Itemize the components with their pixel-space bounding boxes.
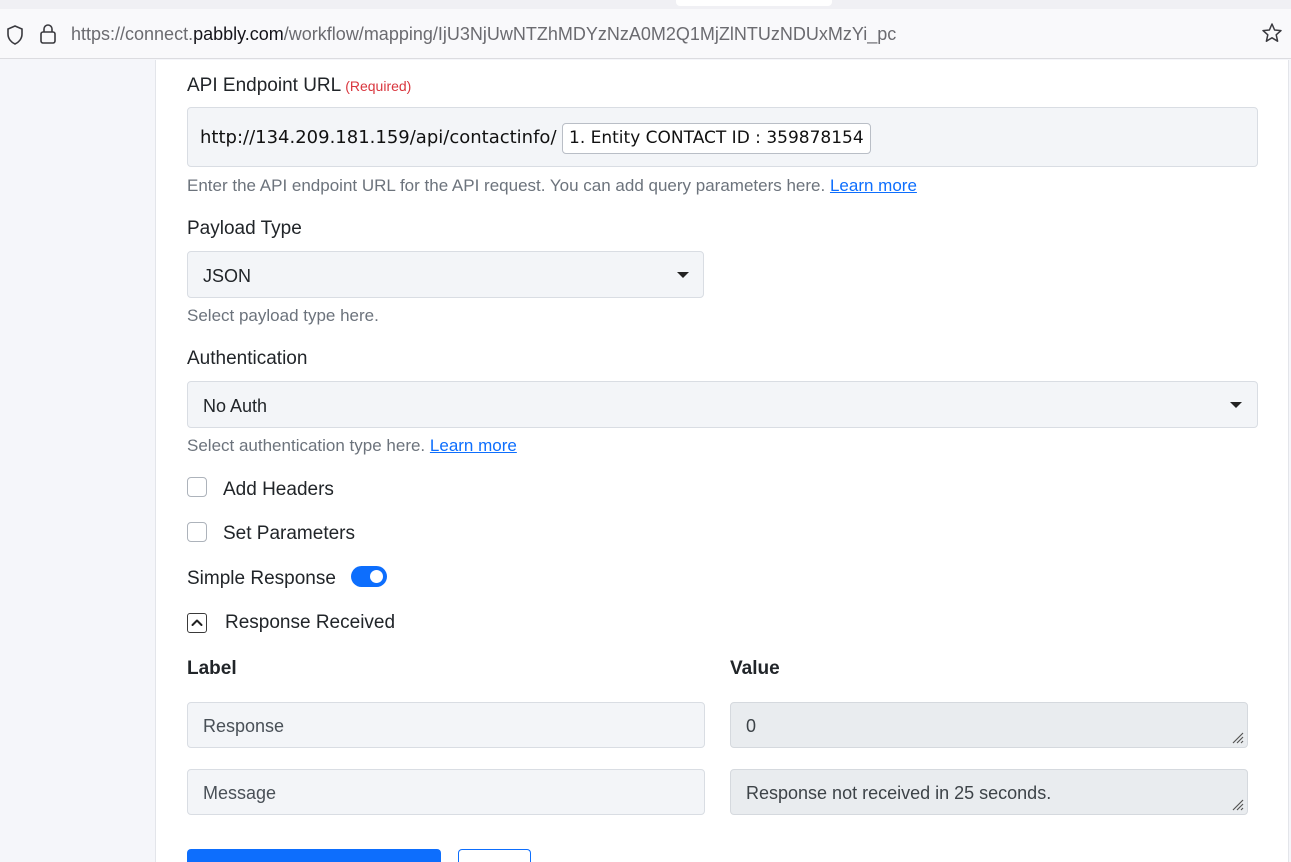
required-marker: (Required): [345, 78, 412, 94]
response-label-text: Response: [203, 716, 285, 736]
url-prefix: https://connect.: [71, 24, 194, 44]
chevron-up-icon: [191, 619, 203, 626]
response-label-field[interactable]: Response: [187, 702, 705, 748]
value-column-header: Value: [730, 658, 780, 679]
set-parameters-checkbox[interactable]: [187, 522, 207, 542]
mapped-field-chip[interactable]: 1. Entity CONTACT ID : 359878154: [562, 123, 871, 154]
endpoint-help: Enter the API endpoint URL for the API r…: [187, 176, 917, 196]
endpoint-url-text: http://134.209.181.159/api/contactinfo/: [200, 127, 557, 148]
url-path: /workflow/mapping/IjU3NjUwNTZhMDYzNzA0M2…: [283, 24, 897, 44]
address-bar[interactable]: https://connect.pabbly.com/workflow/mapp…: [0, 9, 1291, 59]
toggle-knob: [370, 570, 383, 583]
tab-strip: [0, 0, 1291, 9]
response-received-label: Response Received: [225, 612, 396, 633]
authentication-select[interactable]: No Auth: [187, 381, 1258, 428]
add-headers-label[interactable]: Add Headers: [223, 479, 334, 501]
active-tab[interactable]: [676, 0, 832, 6]
simple-response-toggle[interactable]: [351, 566, 387, 587]
url-text[interactable]: https://connect.pabbly.com/workflow/mapp…: [71, 24, 896, 45]
response-value-text: 0: [746, 716, 757, 736]
endpoint-url-input[interactable]: http://134.209.181.159/api/contactinfo/ …: [187, 107, 1258, 167]
authentication-label: Authentication: [187, 348, 308, 369]
message-label-text: Message: [203, 783, 277, 803]
endpoint-help-text: Enter the API endpoint URL for the API r…: [187, 176, 826, 195]
payload-type-help: Select payload type here.: [187, 306, 379, 325]
authentication-learn-more-link[interactable]: Learn more: [430, 436, 517, 455]
resize-grip-icon[interactable]: [1230, 797, 1244, 811]
payload-type-label: Payload Type: [187, 218, 302, 239]
message-label-field[interactable]: Message: [187, 769, 705, 815]
save-and-send-button[interactable]: [187, 849, 441, 862]
authentication-help: Select authentication type here. Learn m…: [187, 436, 517, 456]
url-domain: pabbly.com: [193, 24, 284, 44]
endpoint-label-text: API Endpoint URL: [187, 75, 342, 96]
payload-type-value: JSON: [203, 266, 252, 286]
secondary-button[interactable]: [458, 849, 531, 862]
authentication-help-text: Select authentication type here.: [187, 436, 426, 455]
message-value-text: Response not received in 25 seconds.: [746, 783, 1052, 803]
chevron-down-icon: [1230, 402, 1242, 408]
endpoint-label: API Endpoint URL (Required): [187, 75, 411, 97]
response-value-field[interactable]: 0: [730, 702, 1248, 748]
message-value-field[interactable]: Response not received in 25 seconds.: [730, 769, 1248, 815]
set-parameters-label[interactable]: Set Parameters: [223, 523, 355, 545]
add-headers-checkbox[interactable]: [187, 477, 207, 497]
authentication-value: No Auth: [203, 396, 268, 416]
collapse-response-button[interactable]: [187, 613, 207, 633]
left-pane: [0, 60, 155, 862]
shield-icon[interactable]: [6, 25, 24, 50]
endpoint-learn-more-link[interactable]: Learn more: [830, 176, 917, 195]
lock-icon[interactable]: [38, 23, 58, 50]
resize-grip-icon[interactable]: [1230, 730, 1244, 744]
bookmark-star-icon[interactable]: [1261, 22, 1283, 49]
chevron-down-icon: [677, 272, 689, 278]
payload-type-select[interactable]: JSON: [187, 251, 704, 298]
simple-response-label: Simple Response: [187, 568, 336, 589]
label-column-header: Label: [187, 658, 237, 679]
